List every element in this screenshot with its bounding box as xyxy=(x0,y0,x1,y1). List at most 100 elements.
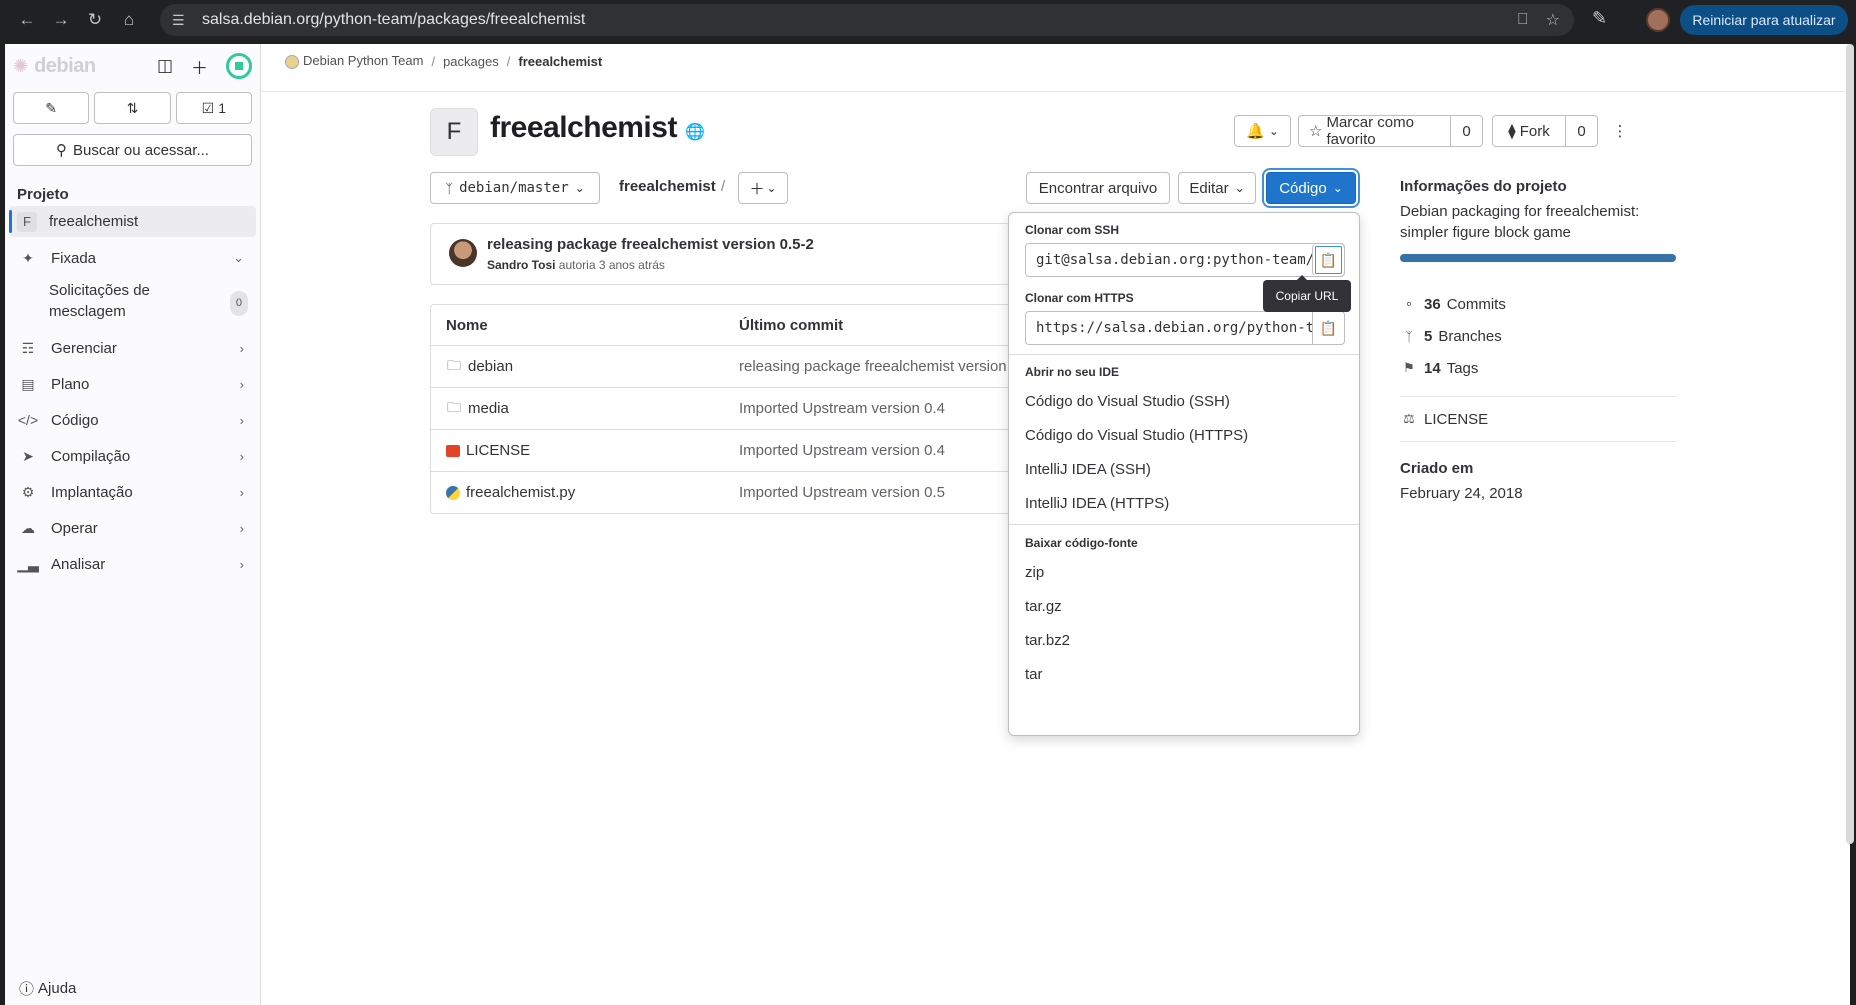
ide-vscode-https[interactable]: Código do Visual Studio (HTTPS) xyxy=(1025,427,1248,444)
branch-name: debian/master xyxy=(459,180,569,196)
merge-request-icon: ⇅ xyxy=(126,99,139,116)
sidebar-item-project[interactable]: F freealchemist xyxy=(9,206,256,237)
issues-button[interactable]: ✎ xyxy=(13,92,90,124)
star-icon: ☆ xyxy=(1309,123,1323,140)
page: ✺ debian ◫ ＋ ✎ ⇅ ☑ 1 ⚲ Buscar ou acessar.… xyxy=(5,44,1850,1005)
reload-icon[interactable]: ↻ xyxy=(80,5,110,35)
table-row[interactable]: 🗀 media Imported Upstream version 0.4 xyxy=(431,387,1010,429)
file-name[interactable]: debian xyxy=(468,358,513,375)
file-name[interactable]: freealchemist.py xyxy=(466,484,575,501)
table-row[interactable]: freealchemist.py Imported Upstream versi… xyxy=(431,471,1010,513)
ide-intellij-https[interactable]: IntelliJ IDEA (HTTPS) xyxy=(1025,495,1169,512)
sidebar-item-plan[interactable]: ▤ Plano › xyxy=(5,366,260,402)
plus-icon: ＋ xyxy=(749,180,765,198)
file-last-commit[interactable]: Imported Upstream version 0.5 xyxy=(739,484,1010,501)
breadcrumb-subgroup[interactable]: packages xyxy=(443,54,499,69)
ssh-url[interactable]: git@salsa.debian.org:python-team/package… xyxy=(1026,252,1312,268)
divider xyxy=(1400,396,1676,397)
chevron-right-icon: › xyxy=(239,556,244,572)
copy-ssh-button[interactable]: 📋 xyxy=(1312,244,1344,276)
chevron-right-icon: › xyxy=(239,520,244,536)
sidebar-item-build[interactable]: ➤ Compilação › xyxy=(5,438,260,474)
ssh-url-field[interactable]: git@salsa.debian.org:python-team/package… xyxy=(1025,243,1345,277)
file-name[interactable]: LICENSE xyxy=(466,442,530,459)
search-button[interactable]: ⚲ Buscar ou acessar... xyxy=(13,134,252,166)
table-row[interactable]: 🗀 debian releasing package freealchemist … xyxy=(431,345,1010,387)
site-settings-icon[interactable]: ☰ xyxy=(172,12,194,29)
download-tar-bz2[interactable]: tar.bz2 xyxy=(1025,632,1070,649)
commit-author-avatar[interactable] xyxy=(449,239,477,267)
https-url-field[interactable]: https://salsa.debian.org/python-team/pac… xyxy=(1025,311,1345,345)
bookmark-star-icon[interactable]: ☆ xyxy=(1546,10,1560,30)
profile-avatar[interactable] xyxy=(1646,8,1670,32)
fork-icon: ⧫ xyxy=(1508,123,1516,140)
merge-requests-button[interactable]: ⇅ xyxy=(94,92,171,124)
fork-button[interactable]: ⧫ Fork xyxy=(1493,116,1565,146)
update-button[interactable]: Reiniciar para atualizar xyxy=(1680,5,1848,35)
commit-title[interactable]: releasing package freealchemist version … xyxy=(487,236,814,253)
project-info-title: Informações do projeto xyxy=(1400,178,1567,195)
page-scrollbar[interactable] xyxy=(1846,44,1854,844)
sidebar-item-manage[interactable]: ☶ Gerenciar › xyxy=(5,330,260,366)
ide-intellij-ssh[interactable]: IntelliJ IDEA (SSH) xyxy=(1025,461,1151,478)
ide-vscode-ssh[interactable]: Código do Visual Studio (SSH) xyxy=(1025,393,1230,410)
sidebar-item-pinned[interactable]: ✦ Fixada ⌄ xyxy=(5,240,260,276)
license-link[interactable]: ⚖ LICENSE xyxy=(1400,403,1676,435)
star-button[interactable]: ☆ Marcar como favorito xyxy=(1299,116,1450,146)
branches-label: Branches xyxy=(1438,327,1502,345)
chevron-down-icon: ⌄ xyxy=(1234,181,1245,195)
repo-path[interactable]: freealchemist xyxy=(619,178,716,195)
chevron-right-icon: › xyxy=(239,340,244,356)
extensions-icon[interactable]: ✎ xyxy=(1592,8,1607,29)
debian-logo-icon[interactable]: ✺ xyxy=(13,56,28,77)
install-app-icon[interactable]: ⎕ xyxy=(1518,11,1528,29)
chevron-right-icon: › xyxy=(239,448,244,464)
branches-link[interactable]: ᛉ 5 Branches xyxy=(1400,320,1676,352)
forward-icon[interactable]: → xyxy=(46,5,76,35)
file-name[interactable]: media xyxy=(468,400,509,417)
branch-selector[interactable]: ᛉ debian/master ⌄ xyxy=(430,172,600,204)
download-tar-gz[interactable]: tar.gz xyxy=(1025,598,1062,615)
file-last-commit[interactable]: Imported Upstream version 0.4 xyxy=(739,400,1010,417)
notifications-button[interactable]: 🔔 ⌄ xyxy=(1234,115,1291,147)
sidebar-item-merge-requests[interactable]: Solicitações de mesclagem 0 xyxy=(5,276,260,326)
add-to-tree-button[interactable]: ＋ ⌄ xyxy=(738,172,788,204)
search-label: Buscar ou acessar... xyxy=(73,141,209,159)
logo-text[interactable]: debian xyxy=(34,55,96,78)
sidebar-item-operate[interactable]: ☁ Operar › xyxy=(5,510,260,546)
new-item-icon[interactable]: ＋ xyxy=(191,54,208,79)
home-icon[interactable]: ⌂ xyxy=(114,5,144,35)
todos-button[interactable]: ☑ 1 xyxy=(175,92,252,124)
file-last-commit[interactable]: releasing package freealchemist version … xyxy=(739,358,1010,375)
sidebar-item-deploy[interactable]: ⚙ Implantação › xyxy=(5,474,260,510)
sidebar-toggle-icon[interactable]: ◫ xyxy=(157,56,173,76)
find-file-button[interactable]: Encontrar arquivo xyxy=(1026,172,1170,204)
commit-author[interactable]: Sandro Tosi xyxy=(487,258,555,272)
back-icon[interactable]: ← xyxy=(12,5,42,35)
sidebar-item-code[interactable]: </> Código › xyxy=(5,402,260,438)
code-button[interactable]: Código ⌄ xyxy=(1266,172,1356,204)
tags-link[interactable]: ⚑ 14 Tags xyxy=(1400,352,1676,384)
download-zip[interactable]: zip xyxy=(1025,564,1044,581)
fork-count[interactable]: 0 xyxy=(1565,116,1597,146)
copy-https-button[interactable]: 📋 xyxy=(1312,312,1344,344)
chevron-right-icon: › xyxy=(239,376,244,392)
user-avatar[interactable] xyxy=(226,53,252,79)
sidebar-item-analyze[interactable]: ▁▃ Analisar › xyxy=(5,546,260,582)
file-last-commit[interactable]: Imported Upstream version 0.4 xyxy=(739,442,1010,459)
language-bar[interactable] xyxy=(1400,254,1676,262)
download-tar[interactable]: tar xyxy=(1025,666,1043,683)
code-label: Código xyxy=(1279,179,1327,197)
star-count[interactable]: 0 xyxy=(1450,116,1482,146)
table-row[interactable]: LICENSE Imported Upstream version 0.4 xyxy=(431,429,1010,471)
edit-button[interactable]: Editar ⌄ xyxy=(1178,172,1256,204)
breadcrumb-current[interactable]: freealchemist xyxy=(518,54,602,69)
breadcrumb-group[interactable]: Debian Python Team xyxy=(285,53,423,69)
commits-link[interactable]: ∘ 36 Commits xyxy=(1400,288,1676,320)
divider xyxy=(1009,524,1359,525)
help-button[interactable]: ⓘ Ajuda xyxy=(19,978,76,999)
https-url[interactable]: https://salsa.debian.org/python-team/pac… xyxy=(1026,320,1312,336)
more-actions-icon[interactable]: ⋮ xyxy=(1606,115,1634,147)
address-bar[interactable]: ☰ salsa.debian.org/python-team/packages/… xyxy=(160,4,1574,36)
todo-count: 1 xyxy=(218,100,226,116)
